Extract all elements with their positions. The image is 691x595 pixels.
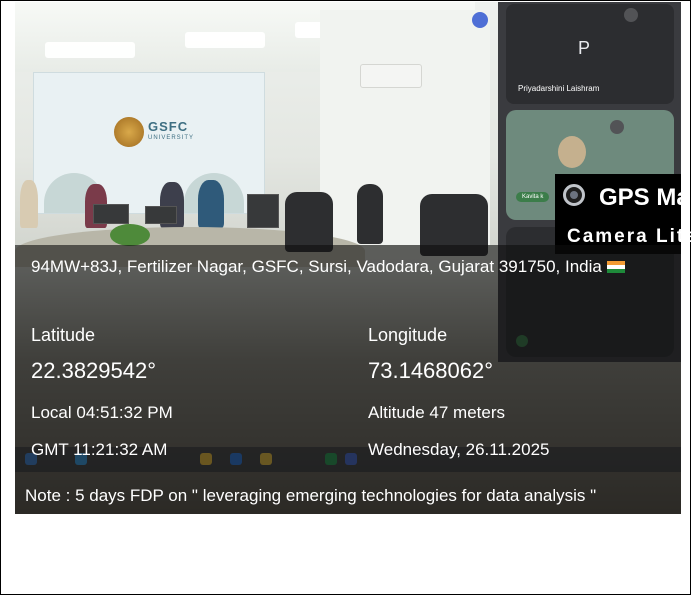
camera-lens-icon	[563, 184, 585, 206]
monitor	[93, 204, 129, 224]
wall-banner: GSFC UNIVERSITY	[33, 72, 265, 214]
local-time: Local 04:51:32 PM	[31, 403, 173, 422]
speaking-indicator-icon	[472, 12, 488, 28]
monitor	[247, 194, 279, 228]
university-logo-icon	[114, 117, 144, 147]
banner-logo-text: GSFC	[148, 119, 189, 134]
note: Note : 5 days FDP on " leveraging emergi…	[25, 486, 597, 505]
ceiling-light	[45, 42, 135, 58]
speaker-pill: Kavita k	[516, 192, 550, 202]
participant-initial: P	[578, 38, 591, 58]
banner-logo-subtext: UNIVERSITY	[148, 135, 195, 141]
gmt-time: GMT 11:21:32 AM	[31, 440, 168, 459]
monitor	[145, 206, 177, 224]
participant-tile: P Priyadarshini Laishram	[506, 4, 674, 104]
table-plant	[110, 224, 150, 246]
longitude-label: Longitude	[368, 325, 448, 345]
longitude-value: 73.1468062°	[368, 358, 494, 383]
mic-muted-icon	[610, 120, 624, 134]
gps-logo-title: GPS Ma	[599, 184, 690, 211]
person	[198, 180, 224, 228]
gps-map-camera-logo: GPS Ma Camera Lite	[555, 174, 691, 254]
participant-name: Priyadarshini Laishram	[518, 84, 600, 93]
latitude-value: 22.3829542°	[31, 358, 157, 383]
mic-muted-icon	[624, 8, 638, 22]
person	[20, 180, 38, 228]
india-flag-icon	[606, 261, 625, 273]
office-chair	[357, 184, 383, 244]
participant-video	[558, 136, 586, 168]
altitude: Altitude 47 meters	[368, 403, 506, 422]
location-overlay: 94MW+83J, Fertilizer Nagar, GSFC, Sursi,…	[15, 245, 681, 514]
office-chair	[285, 192, 333, 252]
address: 94MW+83J, Fertilizer Nagar, GSFC, Sursi,…	[31, 257, 625, 277]
air-conditioner	[360, 64, 422, 88]
latitude-label: Latitude	[31, 325, 96, 345]
address-text: 94MW+83J, Fertilizer Nagar, GSFC, Sursi,…	[31, 257, 602, 276]
date: Wednesday, 26.11.2025	[368, 440, 550, 459]
ceiling-light	[185, 32, 265, 48]
